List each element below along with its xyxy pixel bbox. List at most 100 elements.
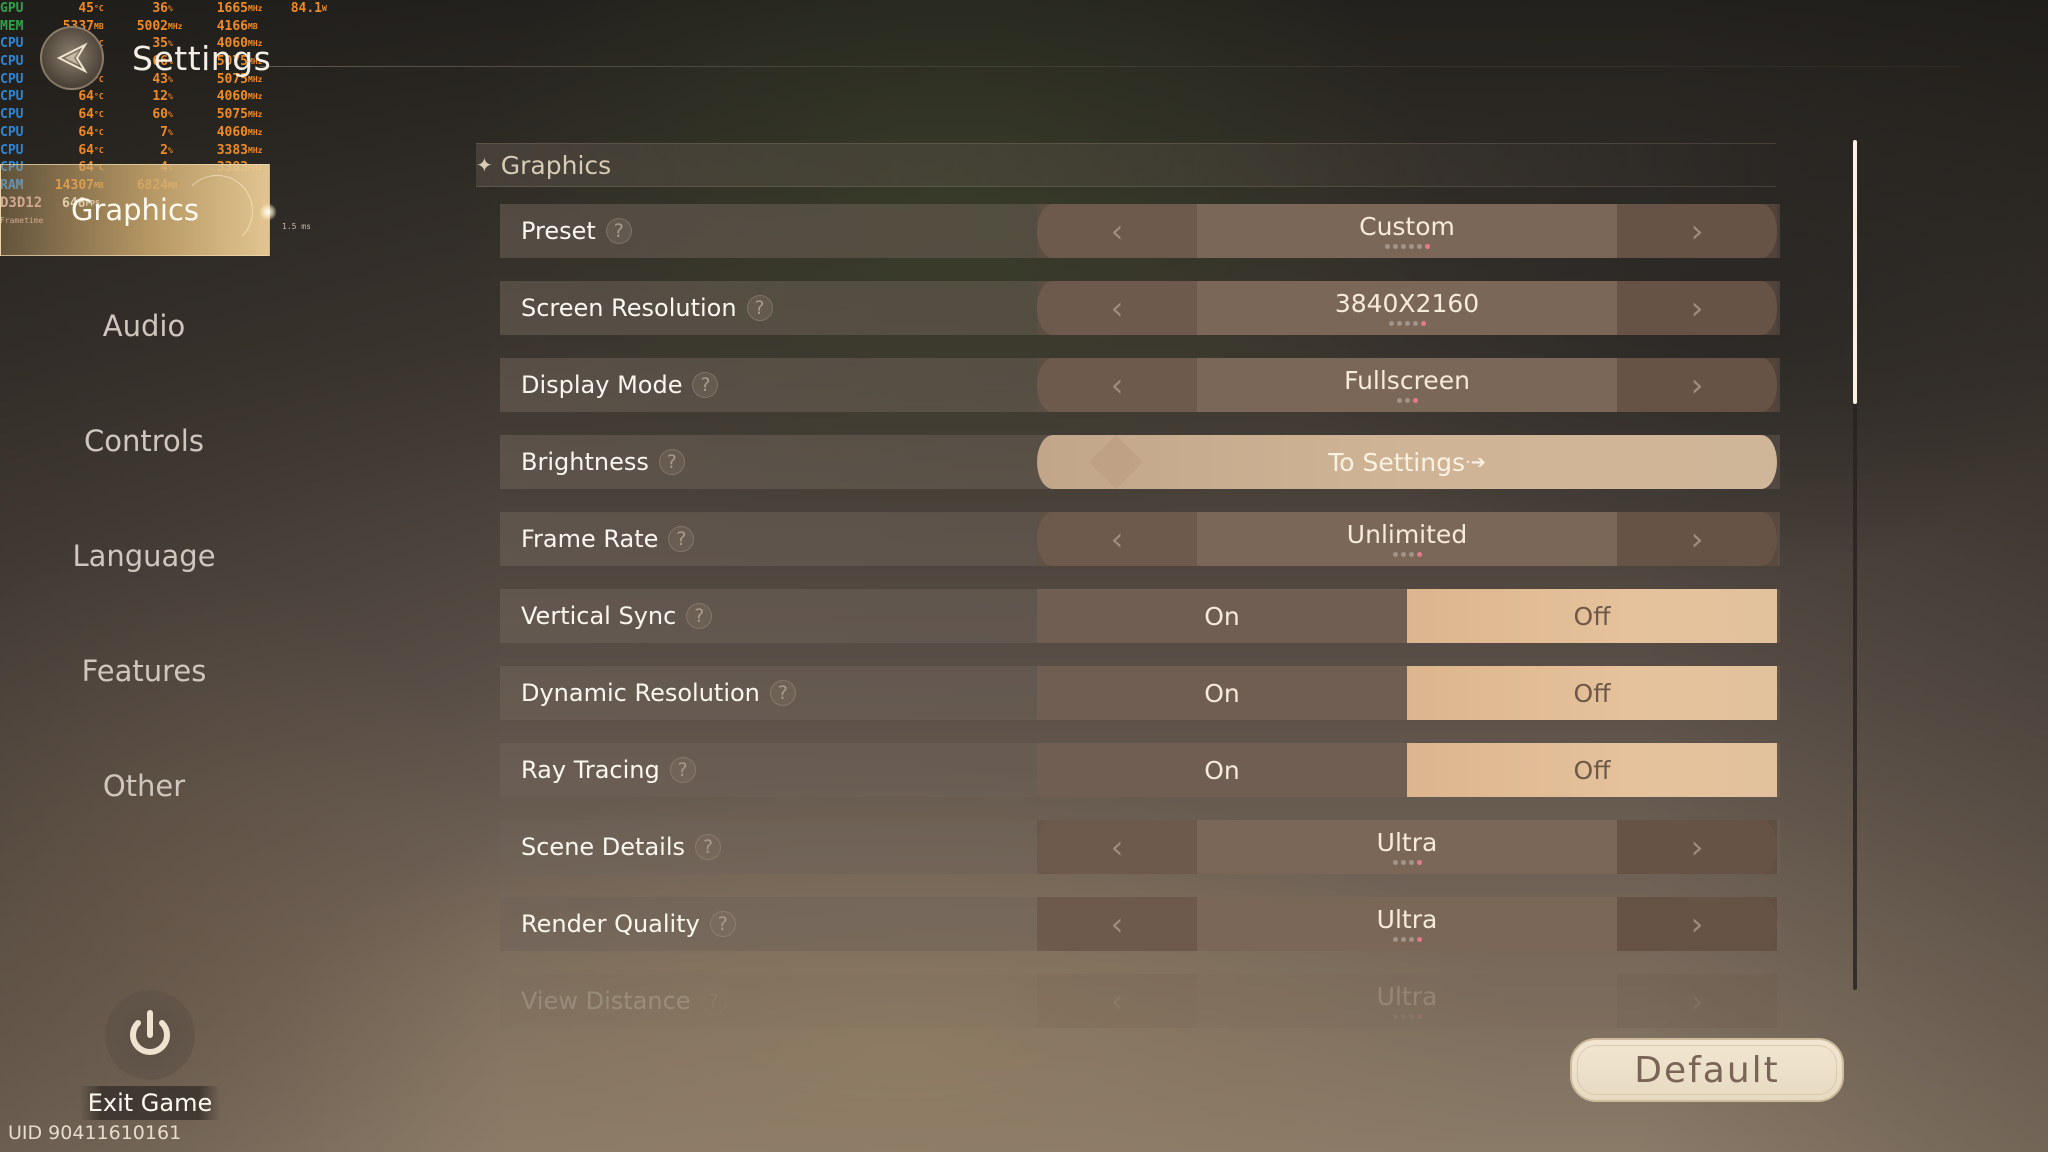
option-indicator (1037, 398, 1777, 403)
selected-value: Custom (1359, 212, 1455, 241)
perf-value: 84.1 (290, 1, 322, 16)
perf-row: GPU 45 °C 36% 1665 MHz 84.1 W (0, 0, 332, 18)
perf-row: CPU 64 °C 12% 4060 MHz (0, 88, 332, 106)
sidebar-item-audio[interactable]: Audio (0, 268, 288, 383)
scrollbar-thumb[interactable] (1853, 140, 1857, 404)
default-button[interactable]: Default (1570, 1038, 1844, 1102)
section-title: Graphics (500, 150, 612, 180)
perf-row: CPU 64 °C 2% 3383 MHz (0, 142, 332, 160)
help-icon[interactable]: ? (746, 295, 773, 321)
option-dot (1384, 244, 1390, 249)
toggle-off-option[interactable]: Off (1407, 589, 1777, 643)
selected-value: Ultra (1376, 905, 1438, 934)
to-settings-button[interactable]: To Settings ·➔ (1037, 435, 1777, 489)
option-indicator (1037, 1014, 1777, 1019)
perf-unit (322, 124, 332, 142)
help-icon[interactable]: ? (658, 449, 685, 475)
perf-value: 5075 (216, 107, 248, 123)
perf-unit: °C (94, 127, 104, 137)
option-dot-active (1412, 398, 1418, 403)
option-dot-active (1424, 244, 1430, 249)
option-dot-active (1416, 937, 1422, 942)
sidebar-item-label: Other (102, 768, 186, 803)
option-dot (1392, 552, 1398, 557)
section-header: ✦ Graphics (476, 143, 1776, 187)
help-icon[interactable]: ? (769, 680, 796, 706)
help-icon[interactable]: ? (692, 372, 719, 398)
compass-back-icon (56, 42, 88, 74)
exit-game-button[interactable]: Exit Game (80, 990, 220, 1120)
setting-label: Vertical Sync (521, 602, 677, 630)
sidebar-item-features[interactable]: Features (0, 613, 288, 728)
perf-value: 64 (78, 107, 94, 123)
sidebar-item-controls[interactable]: Controls (0, 383, 288, 498)
option-indicator (1037, 937, 1777, 942)
help-icon[interactable]: ? (605, 218, 632, 244)
setting-label: Brightness (521, 448, 649, 476)
option-selector: ‹ › Custom (1037, 204, 1777, 258)
selected-value: Fullscreen (1344, 366, 1470, 395)
toggle-on-option[interactable]: On (1037, 666, 1407, 720)
perf-value: 3383 (216, 142, 248, 158)
option-indicator (1037, 321, 1777, 326)
scrollbar-track[interactable] (1853, 140, 1857, 990)
help-icon[interactable]: ? (686, 603, 713, 629)
back-button[interactable] (40, 26, 104, 90)
on-off-toggle: On Off (1037, 589, 1777, 643)
dynamic-resolution-toggle: On Off (1037, 666, 1777, 720)
option-dot-active (1416, 552, 1422, 557)
option-dot (1408, 860, 1414, 865)
perf-unit (322, 53, 332, 71)
user-id: UID 90411610161 (8, 1122, 182, 1144)
sidebar-item-label: Audio (102, 308, 186, 343)
setting-row-brightness: Brightness? To Settings ·➔ (500, 435, 1780, 489)
sidebar-item-label: Controls (84, 423, 204, 458)
perf-unit: °C (94, 4, 104, 13)
perf-value (278, 142, 322, 160)
option-selector: ‹ › Ultra (1037, 897, 1777, 951)
perf-value: 4060 (216, 124, 248, 140)
perf-unit: W (322, 4, 327, 13)
option-dot (1400, 552, 1406, 557)
help-icon[interactable]: ? (695, 834, 722, 860)
on-off-toggle: On Off (1037, 743, 1777, 797)
perf-unit: % (168, 145, 173, 155)
toggle-off-option[interactable]: Off (1407, 743, 1777, 797)
option-dot (1396, 398, 1402, 403)
toggle-on-option[interactable]: On (1037, 589, 1407, 643)
setting-label: Frame Rate (521, 525, 659, 553)
perf-unit: MHz (248, 145, 263, 155)
option-indicator (1037, 244, 1777, 249)
sidebar-item-label: Features (81, 653, 207, 688)
perf-unit (322, 18, 332, 36)
help-icon[interactable]: ? (668, 526, 695, 552)
page-title: Settings (132, 38, 272, 78)
sidebar-item-graphics[interactable]: Graphics (0, 164, 277, 256)
help-icon[interactable]: ? (700, 988, 727, 1014)
perf-value: 36 (152, 1, 168, 16)
sparkle-icon: ✦ (476, 153, 493, 177)
help-icon[interactable]: ? (669, 757, 696, 783)
perf-value: 12 (152, 89, 168, 105)
perf-unit: MHz (248, 110, 263, 120)
sidebar-item-language[interactable]: Language (0, 498, 288, 613)
sidebar-item-other[interactable]: Other (0, 728, 288, 843)
perf-value: 7 (160, 124, 168, 140)
option-dot-active (1420, 321, 1426, 326)
perf-label: CPU (0, 142, 24, 158)
perf-unit (322, 35, 332, 53)
perf-label: CPU (0, 107, 24, 123)
perf-unit (322, 88, 332, 106)
option-dot (1408, 937, 1414, 942)
option-selector: ‹ › Ultra (1037, 974, 1777, 1028)
option-dot (1392, 1014, 1398, 1019)
tab-glow (259, 203, 277, 221)
perf-label: GPU (0, 1, 24, 16)
selected-value: Unlimited (1346, 520, 1468, 549)
toggle-on-option[interactable]: On (1037, 743, 1407, 797)
exit-ring (105, 990, 195, 1080)
toggle-off-option[interactable]: Off (1407, 666, 1777, 720)
option-dot (1400, 1014, 1406, 1019)
help-icon[interactable]: ? (709, 911, 736, 937)
option-dot (1392, 860, 1398, 865)
